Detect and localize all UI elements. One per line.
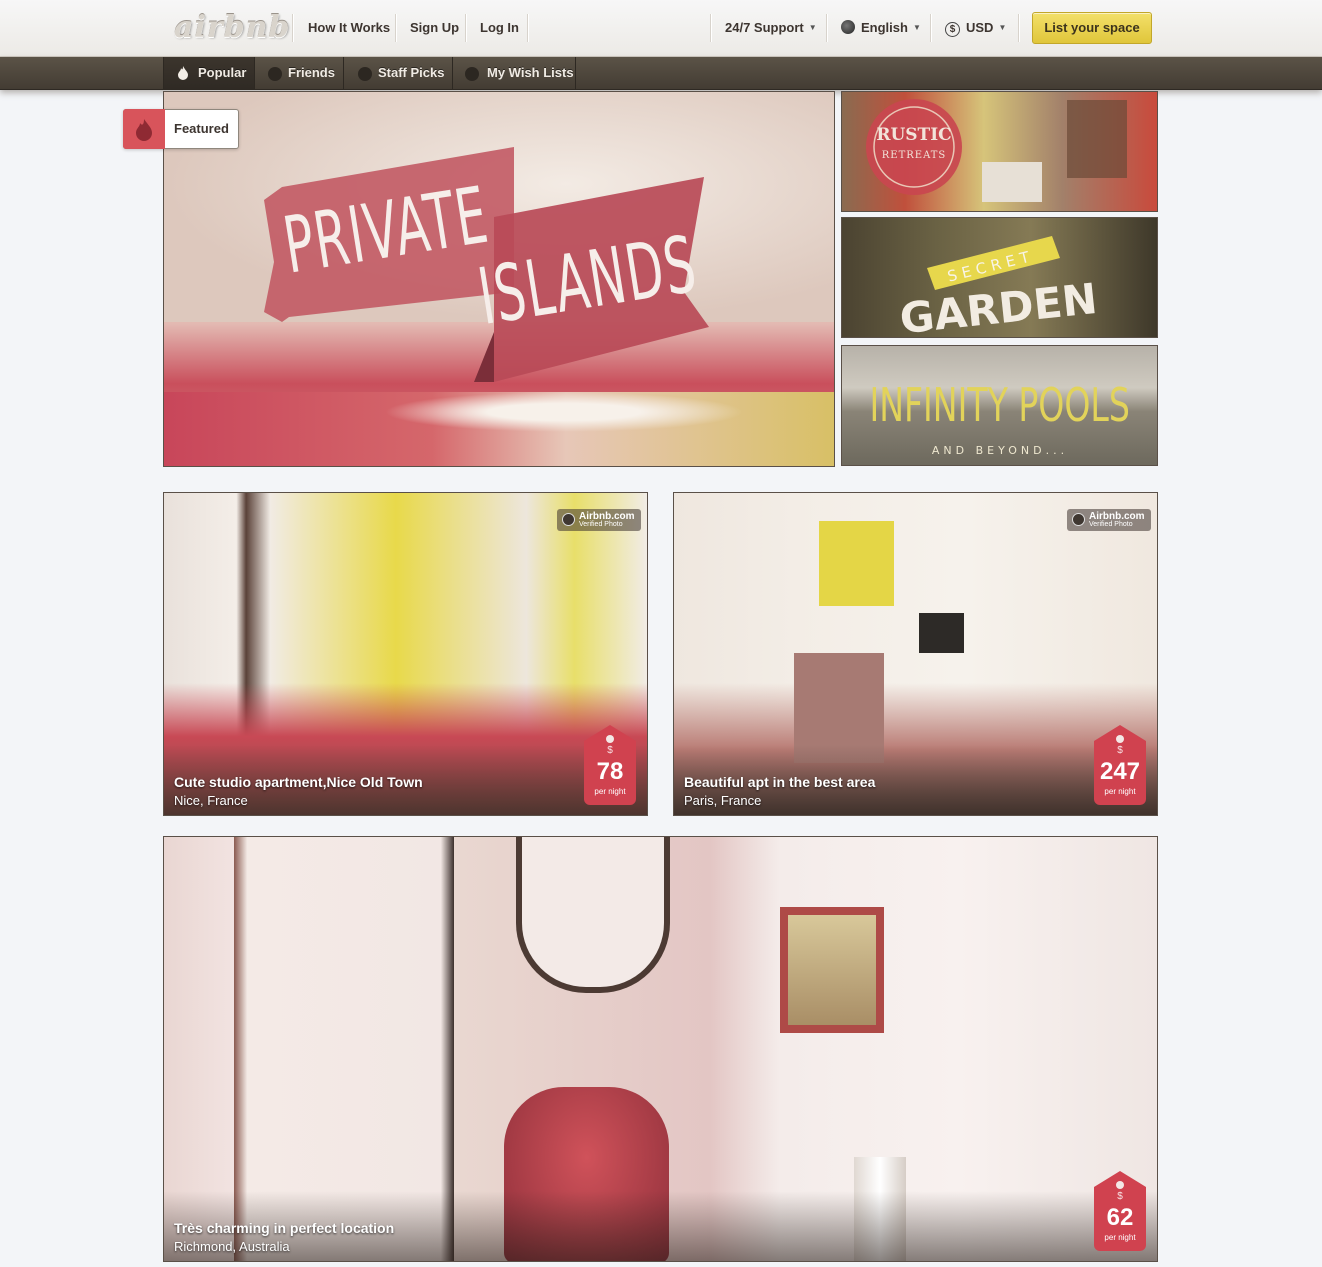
currency-symbol: $ [1117,1191,1123,1202]
featured-infinity-pools[interactable]: INFINITY POOLS AND BEYOND... [841,345,1158,466]
currency-dropdown[interactable]: $ USD ▼ [945,16,1006,40]
featured-secret-garden[interactable]: SECRET GARDEN [841,217,1158,338]
caret-down-icon: ▼ [808,23,817,32]
divider [710,14,711,42]
featured-badge: Featured [123,109,239,149]
tv [919,613,964,653]
price-value: 78 [596,758,624,785]
list-your-space-button[interactable]: List your space [1032,12,1152,44]
divider [826,14,827,42]
listing-title[interactable]: Très charming in perfect location [174,1220,394,1236]
rustic-line1: RUSTIC [876,125,951,145]
tab-label: Popular [198,65,247,80]
globe-icon [841,20,855,34]
verified-line2: Verified Photo [579,521,623,528]
rustic-line2: RETREATS [882,150,947,161]
listing-location: Richmond, Australia [174,1239,290,1254]
tag-hole [1116,735,1124,743]
price-value: 247 [1099,758,1141,785]
tab-my-wish-lists[interactable]: My Wish Lists [453,57,576,89]
price-tag: $ 78 per night [584,725,636,805]
listing-card[interactable]: Très charming in perfect location Richmo… [163,836,1158,1262]
divider [465,14,466,42]
tab-popular[interactable]: Popular [163,57,255,89]
flame-icon [178,66,188,80]
verified-line2: Verified Photo [1089,521,1133,528]
divider [527,14,528,42]
price-unit: per night [594,787,626,796]
garden-art: SECRET GARDEN [897,236,1100,338]
tag-hole [606,735,614,743]
price-value: 62 [1106,1204,1134,1231]
hero-banner-art: PRIVATE ISLANDS [264,147,709,382]
featured-rustic-retreats[interactable]: RUSTIC RETREATS [841,91,1158,212]
friends-icon [268,67,282,81]
listing-title[interactable]: Beautiful apt in the best area [684,774,875,790]
listing-title[interactable]: Cute studio apartment,Nice Old Town [174,774,423,790]
tab-label: Friends [288,65,335,80]
tag-hole [1116,1181,1124,1189]
category-nav: Popular Friends Staff Picks My Wish List… [0,57,1322,90]
currency-symbol: $ [607,745,613,756]
verified-photo-badge: Airbnb.com Verified Photo [1067,509,1151,531]
featured-private-islands[interactable]: PRIVATE ISLANDS [163,91,835,467]
listing-location: Paris, France [684,793,762,808]
tab-friends[interactable]: Friends [254,57,344,89]
divider [292,14,293,42]
check-icon [562,513,575,526]
photo-mirror [516,837,670,993]
how-it-works-link[interactable]: How It Works [308,16,390,40]
language-dropdown[interactable]: English ▼ [841,16,921,40]
wish-list-icon [465,67,479,81]
divider [1018,14,1019,42]
sign-up-link[interactable]: Sign Up [410,16,459,40]
pools-line2: AND BEYOND... [932,444,1068,457]
support-dropdown[interactable]: 24/7 Support ▼ [725,16,817,40]
price-tag: $ 62 per night [1094,1171,1146,1251]
featured-label: Featured [174,121,229,136]
divider [930,14,931,42]
language-label: English [861,20,908,35]
pools-art: INFINITY POOLS AND BEYOND... [869,380,1129,457]
tab-label: My Wish Lists [487,65,574,80]
price-unit: per night [1104,1233,1136,1242]
price-tag: $ 247 per night [1094,725,1146,805]
listing-location: Nice, France [174,793,248,808]
currency-symbol: $ [1117,745,1123,756]
tab-staff-picks[interactable]: Staff Picks [344,57,453,89]
caret-down-icon: ▼ [912,23,921,32]
tab-label: Staff Picks [378,65,445,80]
listing-card[interactable]: Airbnb.com Verified Photo Beautiful apt … [673,492,1158,816]
dollar-icon: $ [945,22,960,37]
staff-picks-icon [358,67,372,81]
log-in-link[interactable]: Log In [480,16,519,40]
wall-art [819,521,894,606]
photo-frame [780,907,884,1033]
support-label: 24/7 Support [725,20,804,35]
verified-photo-badge: Airbnb.com Verified Photo [557,509,641,531]
price-unit: per night [1104,787,1136,796]
flame-icon [136,119,152,141]
divider [395,14,396,42]
pools-line1: INFINITY POOLS [869,380,1129,433]
rustic-art: RUSTIC RETREATS [866,99,1127,202]
caret-down-icon: ▼ [998,23,1007,32]
top-header: airbnb How It Works Sign Up Log In 24/7 … [0,0,1322,57]
currency-label: USD [966,20,994,35]
check-icon [1072,513,1085,526]
badge-flame [123,109,165,149]
airbnb-logo[interactable]: airbnb [174,10,289,46]
garden-line2: GARDEN [897,274,1099,338]
listing-card[interactable]: Airbnb.com Verified Photo Cute studio ap… [163,492,648,816]
